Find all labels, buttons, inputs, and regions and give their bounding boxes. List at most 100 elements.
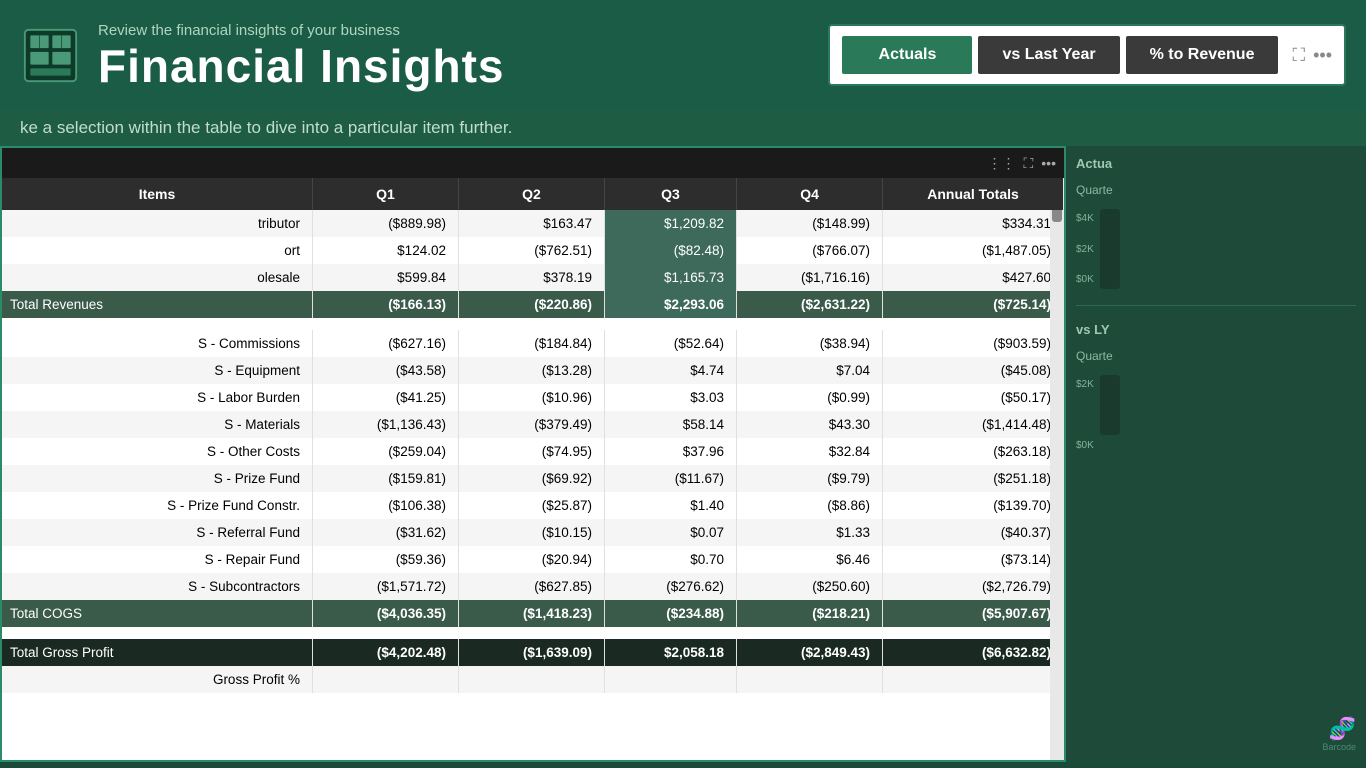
cell-1: ($166.13) [312,291,458,318]
cell-2 [458,666,604,693]
cell-1: ($627.16) [312,330,458,357]
cell-1: ($106.38) [312,492,458,519]
cell-4: ($250.60) [737,573,883,600]
table-header-row: Items Q1 Q2 Q3 Q4 Annual Totals [2,178,1064,210]
table-row[interactable]: tributor($889.98)$163.47$1,209.82($148.9… [2,210,1064,237]
cell-4: ($1,716.16) [737,264,883,291]
cell-5: ($263.18) [883,438,1064,465]
header-text-block: Review the financial insights of your bu… [98,22,505,89]
cell-0: Total Gross Profit [2,639,312,666]
cell-2: ($220.86) [458,291,604,318]
cell-3: $37.96 [605,438,737,465]
col-items: Items [2,178,312,210]
table-row[interactable]: S - Referral Fund($31.62)($10.15)$0.07$1… [2,519,1064,546]
pct-to-revenue-button[interactable]: % to Revenue [1126,36,1279,74]
table-row[interactable]: S - Repair Fund($59.36)($20.94)$0.70$6.4… [2,546,1064,573]
actuals-button[interactable]: Actuals [842,36,972,74]
cell-2: $378.19 [458,264,604,291]
panel-grip-icon: ⋮⋮ [987,155,1015,172]
cell-4: ($0.99) [737,384,883,411]
header-left: Review the financial insights of your bu… [20,22,505,89]
table-row[interactable]: ort$124.02($762.51)($82.48)($766.07)($1,… [2,237,1064,264]
cell-0: S - Commissions [2,330,312,357]
vs-last-year-button[interactable]: vs Last Year [978,36,1119,74]
actuals-chart: $4K $2K $0K [1076,209,1356,289]
cell-5: ($5,907.67) [883,600,1064,627]
y-label-4k: $4K [1076,213,1094,224]
table-row[interactable]: S - Labor Burden($41.25)($10.96)$3.03($0… [2,384,1064,411]
cell-5: ($1,487.05) [883,237,1064,264]
cell-2: ($74.95) [458,438,604,465]
cell-2: $163.47 [458,210,604,237]
cell-0: Gross Profit % [2,666,312,693]
table-row[interactable]: olesale$599.84$378.19$1,165.73($1,716.16… [2,264,1064,291]
y-label-0k-b: $0K [1076,440,1094,451]
chart-row-top: $4K $2K $0K [1076,209,1356,289]
toggle-panel: Actuals vs Last Year % to Revenue ⛶ ••• [828,24,1346,86]
table-row[interactable]: Gross Profit % [2,666,1064,693]
spacer-row [2,318,1064,330]
cell-2: ($1,418.23) [458,600,604,627]
vs-ly-label-right: vs LY [1076,322,1356,337]
panel-expand-icon[interactable]: ⛶ [1023,155,1033,172]
icon-area: 🧬 Barcode [1076,716,1356,752]
cell-4: ($8.86) [737,492,883,519]
cell-1: ($1,136.43) [312,411,458,438]
cell-0: Total Revenues [2,291,312,318]
cell-0: S - Equipment [2,357,312,384]
cell-5: ($73.14) [883,546,1064,573]
dna-icon: 🧬 [1076,716,1356,742]
col-q1: Q1 [312,178,458,210]
table-row[interactable]: S - Prize Fund Constr.($106.38)($25.87)$… [2,492,1064,519]
col-q3: Q3 [605,178,737,210]
toggle-panel-icons: ⛶ ••• [1292,45,1332,66]
expand-icon[interactable]: ⛶ [1292,45,1305,66]
cell-0: S - Materials [2,411,312,438]
actuals-label-right: Actua [1076,156,1356,171]
spacer-row [2,627,1064,639]
cell-1: $599.84 [312,264,458,291]
cell-0: S - Prize Fund [2,465,312,492]
cell-0: Total COGS [2,600,312,627]
cell-4: $6.46 [737,546,883,573]
table-row[interactable]: S - Commissions($627.16)($184.84)($52.64… [2,330,1064,357]
cell-3: ($276.62) [605,573,737,600]
cell-4: $1.33 [737,519,883,546]
cell-0: ort [2,237,312,264]
cell-3: $3.03 [605,384,737,411]
cell-1: $124.02 [312,237,458,264]
cell-2: ($1,639.09) [458,639,604,666]
table-row[interactable]: S - Prize Fund($159.81)($69.92)($11.67)(… [2,465,1064,492]
table-row[interactable]: Total Revenues($166.13)($220.86)$2,293.0… [2,291,1064,318]
cell-0: S - Labor Burden [2,384,312,411]
y-label-2k: $2K [1076,244,1094,255]
table-row[interactable]: S - Other Costs($259.04)($74.95)$37.96$3… [2,438,1064,465]
cell-4: ($218.21) [737,600,883,627]
cell-4: ($148.99) [737,210,883,237]
cell-5: ($251.18) [883,465,1064,492]
cell-1: ($1,571.72) [312,573,458,600]
cell-0: S - Repair Fund [2,546,312,573]
cell-4: ($38.94) [737,330,883,357]
cell-3: $0.70 [605,546,737,573]
table-row[interactable]: Total Gross Profit($4,202.48)($1,639.09)… [2,639,1064,666]
page-header: Review the financial insights of your bu… [0,0,1366,110]
cell-5: ($725.14) [883,291,1064,318]
cell-1: ($4,036.35) [312,600,458,627]
cell-0: tributor [2,210,312,237]
table-row[interactable]: S - Equipment($43.58)($13.28)$4.74$7.04(… [2,357,1064,384]
cell-3: $1,209.82 [605,210,737,237]
table-wrapper[interactable]: Items Q1 Q2 Q3 Q4 Annual Totals tributor… [2,178,1064,760]
cell-3: ($52.64) [605,330,737,357]
table-scrollbar[interactable] [1050,178,1064,760]
panel-more-icon[interactable]: ••• [1041,155,1056,171]
cell-1: ($41.25) [312,384,458,411]
table-row[interactable]: S - Subcontractors($1,571.72)($627.85)($… [2,573,1064,600]
cell-3: $0.07 [605,519,737,546]
cell-4: $43.30 [737,411,883,438]
table-row[interactable]: Total COGS($4,036.35)($1,418.23)($234.88… [2,600,1064,627]
cell-1 [312,666,458,693]
table-row[interactable]: S - Materials($1,136.43)($379.49)$58.14$… [2,411,1064,438]
more-options-icon[interactable]: ••• [1313,45,1332,66]
bar-chart-top [1100,209,1120,289]
